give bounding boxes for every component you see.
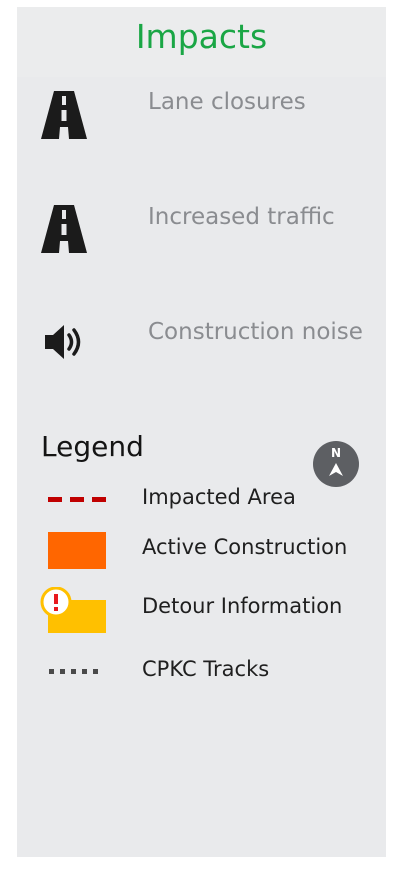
impacts-legend-panel: Impacts Lane closures Increased traffic … <box>17 7 386 857</box>
legend-label: Impacted Area <box>142 485 296 509</box>
impact-label: Lane closures <box>148 89 306 115</box>
impact-label: Construction noise <box>148 319 363 345</box>
speaker-icon <box>45 325 81 359</box>
orange-square-icon <box>48 532 106 569</box>
dashed-red-line-icon <box>48 497 106 502</box>
road-icon <box>41 205 87 253</box>
legend-label: Active Construction <box>142 535 348 559</box>
detour-warning-icon <box>40 587 106 633</box>
north-arrow-icon: N <box>313 441 359 487</box>
impacts-title: Impacts <box>135 17 268 56</box>
legend-title: Legend <box>41 430 144 463</box>
road-icon <box>41 91 87 139</box>
legend-label: Detour Information <box>142 594 343 618</box>
impact-label: Increased traffic <box>148 204 335 230</box>
dotted-track-line-icon <box>49 669 98 674</box>
legend-label: CPKC Tracks <box>142 657 270 681</box>
